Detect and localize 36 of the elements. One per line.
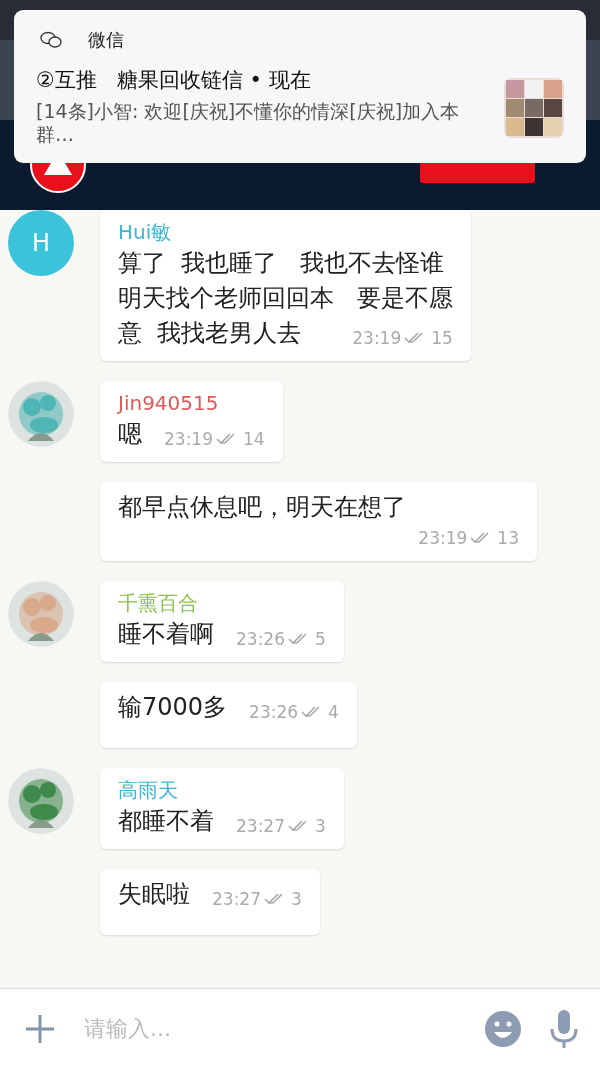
message-text: 输7000多 bbox=[118, 692, 228, 723]
sender-name: 千熏百合 bbox=[118, 590, 199, 617]
message-time: 23:19 bbox=[164, 428, 213, 451]
read-count: 3 bbox=[315, 815, 326, 838]
message-time: 23:26 bbox=[236, 628, 285, 651]
read-count: 4 bbox=[328, 701, 339, 724]
microphone-icon[interactable] bbox=[548, 1008, 580, 1049]
sender-name: 高雨天 bbox=[118, 777, 179, 804]
app-name: 微信 bbox=[88, 28, 124, 52]
smiley-icon[interactable] bbox=[484, 1009, 522, 1048]
message-text: 明天找个老师回回本 要是不愿 bbox=[118, 283, 453, 314]
message-text: 嗯 bbox=[118, 419, 142, 450]
sender-name: Hui敏 bbox=[118, 219, 173, 246]
message-text: 意 我找老男人去 bbox=[118, 318, 302, 349]
message-time: 23:19 bbox=[418, 527, 468, 550]
message-text: 都睡不着 bbox=[118, 806, 214, 837]
read-count: 3 bbox=[291, 888, 302, 911]
chat-bubbles-icon bbox=[40, 31, 62, 49]
message-time: 23:26 bbox=[249, 701, 299, 724]
read-count: 14 bbox=[243, 428, 265, 451]
notification-card[interactable]: 微信 ②互推 糖果回收链信 • 现在 [14条]小智: 欢迎[庆祝]不懂你的情深[庆祝]加入本群… bbox=[14, 10, 586, 163]
message-text: 都早点休息吧，明天在想了 bbox=[118, 492, 406, 523]
notification-title: ②互推 糖果回收链信 bbox=[36, 68, 243, 92]
read-count: 15 bbox=[431, 327, 453, 350]
read-count: 13 bbox=[497, 527, 519, 550]
sender-name: Jin940515 bbox=[118, 390, 220, 417]
message-text: 睡不着啊 bbox=[118, 619, 214, 650]
message-text: 算了 我也睡了 我也不去怪谁 bbox=[118, 248, 446, 279]
notification-text: [14条]小智: 欢迎[庆祝]不懂你的情深[庆祝]加入本群… bbox=[36, 100, 461, 146]
message-time: 23:27 bbox=[236, 815, 285, 838]
message-text: 失眠啦 bbox=[118, 879, 190, 910]
notification-time: • 现在 bbox=[249, 68, 311, 92]
read-count: 5 bbox=[315, 628, 326, 651]
message-time: 23:27 bbox=[212, 888, 261, 911]
plus-icon[interactable] bbox=[24, 1012, 56, 1045]
message-time: 23:19 bbox=[352, 327, 402, 350]
